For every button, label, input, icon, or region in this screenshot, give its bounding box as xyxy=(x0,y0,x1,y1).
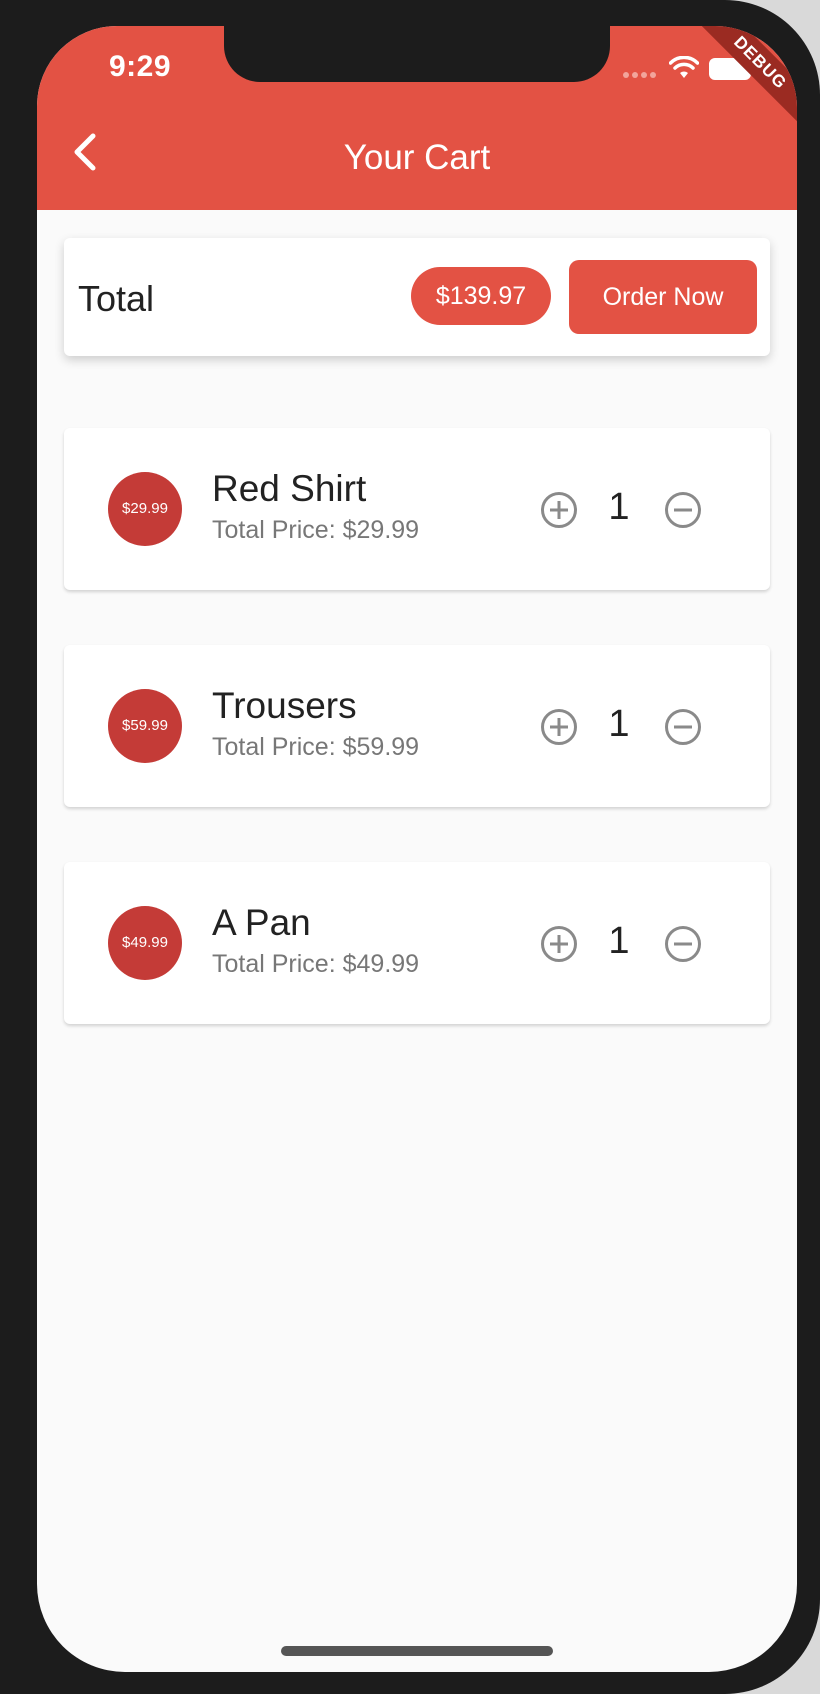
cellular-signal-icon xyxy=(623,72,656,78)
cart-item: $49.99 A Pan Total Price: $49.99 1 xyxy=(64,862,770,1024)
item-total-price: Total Price: $59.99 xyxy=(212,733,420,761)
total-label: Total xyxy=(78,278,155,319)
app-bar: 9:29 DEBUG Your Cart xyxy=(37,26,797,210)
decrease-quantity-button[interactable] xyxy=(664,708,702,746)
page-title: Your Cart xyxy=(343,138,491,177)
status-time: 9:29 xyxy=(109,50,172,83)
home-indicator[interactable] xyxy=(281,1646,553,1656)
price-avatar: $59.99 xyxy=(108,689,182,763)
quantity-value: 1 xyxy=(608,920,630,962)
cart-item: $59.99 Trousers Total Price: $59.99 1 xyxy=(64,645,770,807)
app-screen: 9:29 DEBUG Your Cart Total $139.97 Order… xyxy=(37,26,797,1672)
increase-quantity-button[interactable] xyxy=(540,708,578,746)
price-avatar: $49.99 xyxy=(108,906,182,980)
quantity-value: 1 xyxy=(608,486,630,528)
item-name: A Pan xyxy=(212,902,311,943)
item-total-price: Total Price: $49.99 xyxy=(212,950,420,978)
wifi-icon xyxy=(669,56,699,78)
increase-quantity-button[interactable] xyxy=(540,491,578,529)
cart-item: $29.99 Red Shirt Total Price: $29.99 1 xyxy=(64,428,770,590)
item-name: Red Shirt xyxy=(212,468,367,509)
total-amount-chip: $139.97 xyxy=(411,267,551,325)
device-notch xyxy=(224,26,610,82)
quantity-value: 1 xyxy=(608,703,630,745)
order-summary-card: Total $139.97 Order Now xyxy=(64,238,770,356)
increase-quantity-button[interactable] xyxy=(540,925,578,963)
item-total-price: Total Price: $29.99 xyxy=(212,516,420,544)
decrease-quantity-button[interactable] xyxy=(664,491,702,529)
decrease-quantity-button[interactable] xyxy=(664,925,702,963)
order-now-button[interactable]: Order Now xyxy=(569,260,757,334)
item-name: Trousers xyxy=(212,685,357,726)
price-avatar: $29.99 xyxy=(108,472,182,546)
phone-frame: 9:29 DEBUG Your Cart Total $139.97 Order… xyxy=(0,0,820,1694)
